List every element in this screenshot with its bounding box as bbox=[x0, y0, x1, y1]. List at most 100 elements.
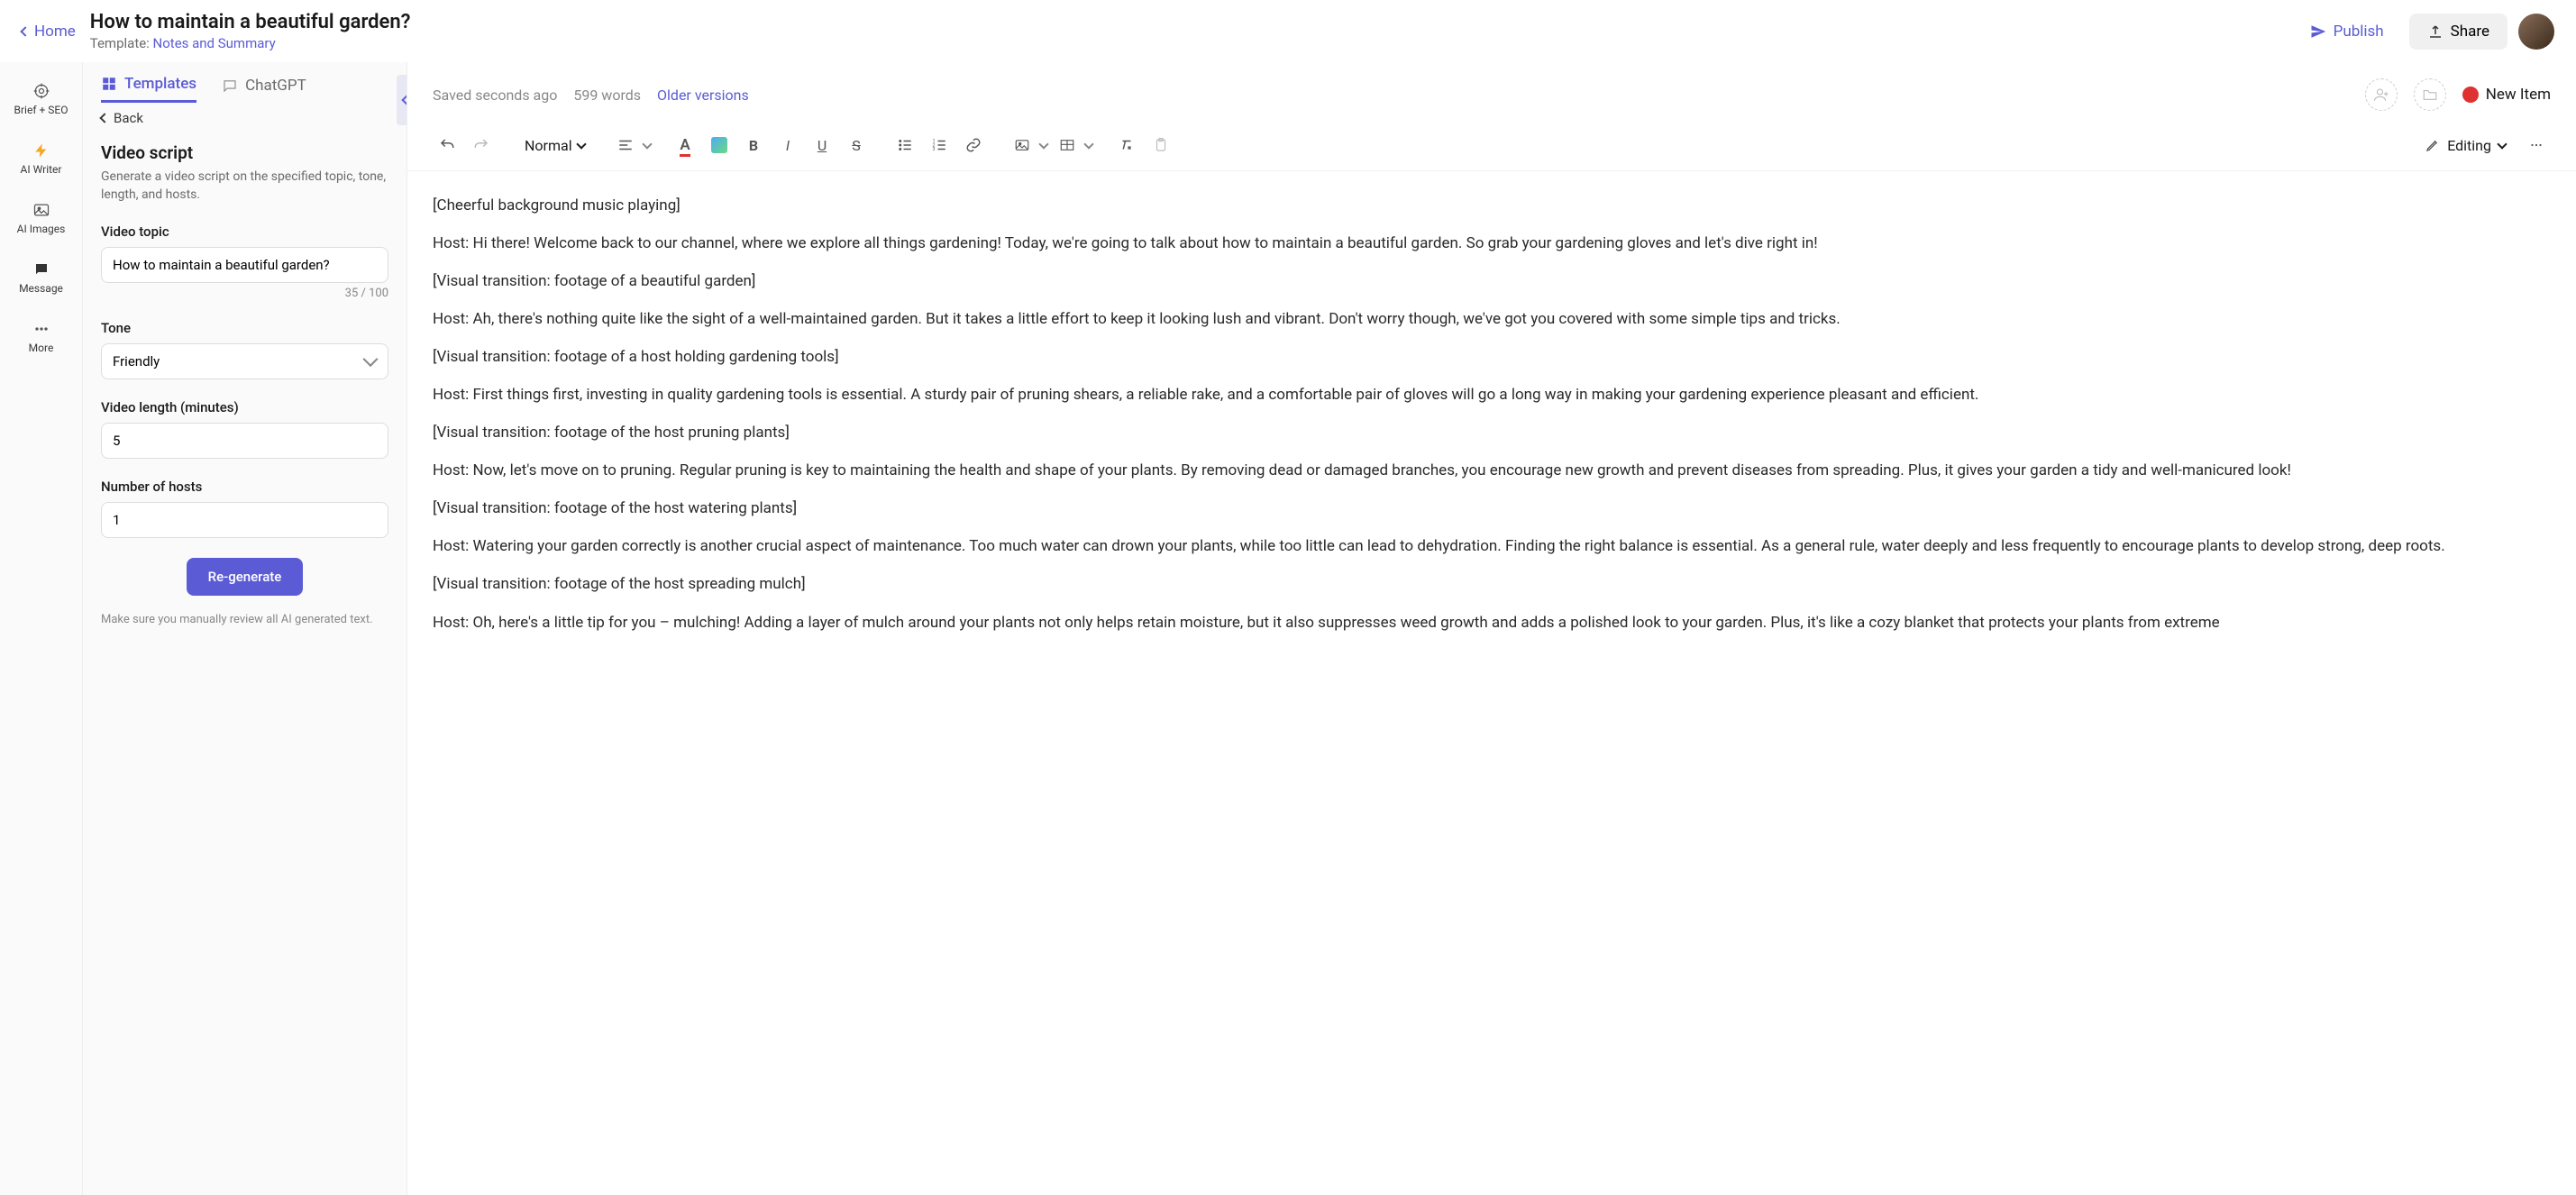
home-link[interactable]: Home bbox=[22, 23, 76, 41]
rail-item-writer[interactable]: AI Writer bbox=[0, 132, 82, 185]
template-prefix: Template: bbox=[90, 35, 153, 51]
regenerate-button[interactable]: Re-generate bbox=[187, 558, 304, 596]
send-icon bbox=[2310, 23, 2326, 40]
template-link[interactable]: Notes and Summary bbox=[153, 35, 276, 51]
rail-item-message[interactable]: Message bbox=[0, 251, 82, 304]
rail-item-images[interactable]: AI Images bbox=[0, 192, 82, 244]
tab-templates[interactable]: Templates bbox=[101, 75, 196, 103]
rail-images-label: AI Images bbox=[17, 223, 66, 235]
length-label: Video length (minutes) bbox=[101, 399, 388, 415]
title-block: How to maintain a beautiful garden? Temp… bbox=[90, 11, 2281, 51]
text-color-icon: A bbox=[680, 136, 690, 154]
status-dot-icon bbox=[2462, 87, 2479, 103]
align-button[interactable] bbox=[611, 131, 640, 160]
dots-icon bbox=[2528, 137, 2544, 153]
editing-label: Editing bbox=[2447, 137, 2491, 154]
top-header: Home How to maintain a beautiful garden?… bbox=[0, 0, 2576, 62]
chevron-left-icon bbox=[401, 95, 407, 105]
strike-button[interactable]: S bbox=[842, 131, 871, 160]
rail-more-label: More bbox=[29, 342, 54, 354]
doc-paragraph: Host: Hi there! Welcome back to our chan… bbox=[433, 231, 2551, 256]
italic-button[interactable]: I bbox=[773, 131, 802, 160]
doc-paragraph: [Visual transition: footage of the host … bbox=[433, 420, 2551, 445]
document-content[interactable]: [Cheerful background music playing] Host… bbox=[407, 171, 2576, 1195]
doc-paragraph: Host: Oh, here's a little tip for you – … bbox=[433, 610, 2551, 635]
bullet-list-button[interactable] bbox=[891, 131, 919, 160]
paste-button[interactable] bbox=[1146, 131, 1175, 160]
tab-chatgpt-label: ChatGPT bbox=[245, 77, 306, 95]
text-color-button[interactable]: A bbox=[671, 131, 699, 160]
redo-icon bbox=[473, 137, 489, 153]
topic-input[interactable] bbox=[101, 247, 388, 283]
chevron-down-icon bbox=[642, 139, 652, 149]
link-button[interactable] bbox=[959, 131, 988, 160]
add-folder-button[interactable] bbox=[2414, 78, 2446, 111]
folder-icon bbox=[2422, 87, 2438, 103]
collapse-handle[interactable] bbox=[397, 75, 407, 125]
underline-button[interactable]: U bbox=[808, 131, 836, 160]
page-title: How to maintain a beautiful garden? bbox=[90, 11, 2281, 33]
doc-paragraph: [Visual transition: footage of a host ho… bbox=[433, 344, 2551, 369]
undo-button[interactable] bbox=[433, 131, 461, 160]
table-button[interactable] bbox=[1053, 131, 1082, 160]
new-item-label: New Item bbox=[2486, 86, 2551, 104]
target-icon bbox=[32, 82, 50, 100]
chat-icon bbox=[32, 260, 50, 278]
number-list-button[interactable]: 123 bbox=[925, 131, 954, 160]
share-label: Share bbox=[2451, 23, 2489, 41]
svg-text:3: 3 bbox=[933, 147, 936, 152]
publish-label: Publish bbox=[2334, 23, 2384, 41]
tab-chatgpt[interactable]: ChatGPT bbox=[222, 75, 306, 103]
redo-button[interactable] bbox=[467, 131, 496, 160]
rail-item-brief[interactable]: Brief + SEO bbox=[0, 73, 82, 125]
length-input[interactable] bbox=[101, 423, 388, 459]
doc-paragraph: Host: Now, let's move on to pruning. Reg… bbox=[433, 458, 2551, 483]
image-icon bbox=[1014, 137, 1030, 153]
char-count: 35 / 100 bbox=[101, 287, 388, 300]
older-versions-link[interactable]: Older versions bbox=[657, 87, 749, 104]
tone-label: Tone bbox=[101, 320, 388, 336]
field-topic: Video topic 35 / 100 bbox=[101, 223, 388, 300]
chat-bubble-icon bbox=[222, 78, 238, 94]
more-menu-button[interactable] bbox=[2522, 131, 2551, 160]
hosts-input[interactable] bbox=[101, 502, 388, 538]
doc-paragraph: Host: Ah, there's nothing quite like the… bbox=[433, 306, 2551, 332]
toolbar: Normal A B I U S 123 bbox=[407, 123, 2576, 171]
editing-mode-select[interactable]: Editing bbox=[2415, 132, 2517, 160]
format-select[interactable]: Normal bbox=[516, 132, 606, 160]
editor-topbar: Saved seconds ago 599 words Older versio… bbox=[407, 62, 2576, 123]
doc-paragraph: [Visual transition: footage of a beautif… bbox=[433, 269, 2551, 294]
user-plus-icon bbox=[2373, 87, 2389, 103]
chevron-left-icon bbox=[99, 113, 109, 123]
back-link[interactable]: Back bbox=[101, 110, 388, 126]
rail-item-more[interactable]: More bbox=[0, 311, 82, 363]
field-tone: Tone bbox=[101, 320, 388, 379]
format-label: Normal bbox=[525, 137, 572, 154]
topic-label: Video topic bbox=[101, 223, 388, 240]
panel-title: Video script bbox=[101, 142, 388, 163]
field-hosts: Number of hosts bbox=[101, 479, 388, 538]
rail-brief-label: Brief + SEO bbox=[14, 104, 69, 116]
rail-writer-label: AI Writer bbox=[21, 163, 62, 176]
publish-button[interactable]: Publish bbox=[2296, 15, 2398, 48]
bold-icon: B bbox=[749, 137, 758, 154]
clipboard-icon bbox=[1153, 137, 1169, 153]
chevron-down-icon bbox=[576, 139, 586, 149]
highlight-button[interactable] bbox=[705, 131, 734, 160]
clear-format-button[interactable] bbox=[1112, 131, 1141, 160]
underline-icon: U bbox=[818, 137, 827, 154]
chevron-down-icon bbox=[2497, 139, 2507, 149]
tone-select[interactable] bbox=[101, 343, 388, 379]
chevron-left-icon bbox=[20, 26, 30, 36]
new-item-button[interactable]: New Item bbox=[2462, 86, 2551, 104]
italic-icon: I bbox=[786, 137, 790, 154]
doc-paragraph: [Visual transition: footage of the host … bbox=[433, 496, 2551, 521]
field-length: Video length (minutes) bbox=[101, 399, 388, 459]
add-user-button[interactable] bbox=[2365, 78, 2398, 111]
avatar[interactable] bbox=[2518, 14, 2554, 50]
share-button[interactable]: Share bbox=[2409, 14, 2507, 50]
bold-button[interactable]: B bbox=[739, 131, 768, 160]
undo-icon bbox=[439, 137, 455, 153]
chevron-down-icon bbox=[1038, 139, 1048, 149]
image-insert-button[interactable] bbox=[1008, 131, 1037, 160]
